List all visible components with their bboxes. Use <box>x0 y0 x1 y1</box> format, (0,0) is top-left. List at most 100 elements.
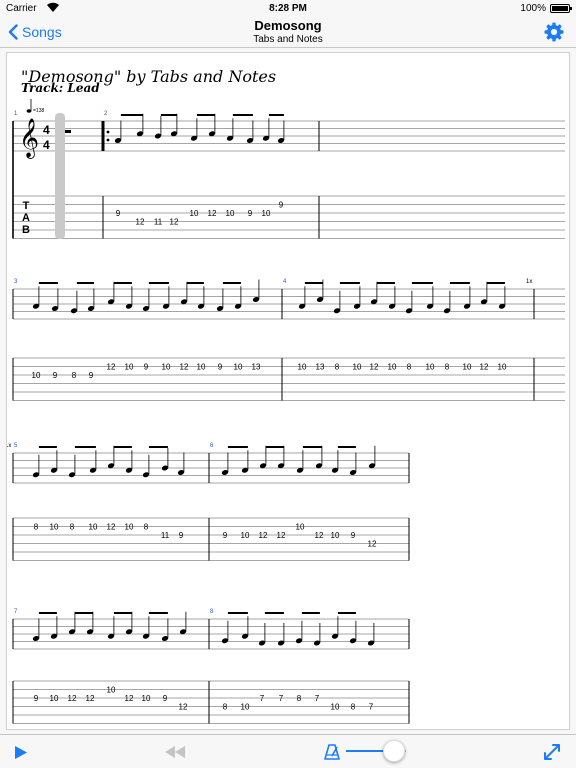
whole-rest <box>65 130 71 133</box>
tab-fret-number: 12 <box>480 363 489 372</box>
tab-fret-number: 10 <box>197 363 206 372</box>
song-artist: Tabs and Notes <box>253 34 323 45</box>
tab-fret-number: 10 <box>142 694 151 703</box>
tab-fret-number: 10 <box>89 523 98 532</box>
tab-fret-number: 12 <box>208 209 217 218</box>
tab-fret-number: 7 <box>260 694 265 703</box>
tab-fret-number: 8 <box>70 523 75 532</box>
tab-fret-number: 9 <box>89 371 94 380</box>
tab-fret-number: 10 <box>234 363 243 372</box>
measure-number: 8 <box>210 609 214 615</box>
tempo-marking: =138 <box>33 108 44 114</box>
tab-fret-number: 10 <box>125 363 134 372</box>
tab-fret-number: 12 <box>277 531 286 540</box>
tab-fret-number: 9 <box>248 209 253 218</box>
tab-fret-number: 11 <box>154 218 163 227</box>
tab-fret-number: 10 <box>241 531 250 540</box>
tab-fret-number: 10 <box>262 209 271 218</box>
tab-fret-number: 10 <box>32 371 41 380</box>
tempo-slider-thumb[interactable] <box>383 740 405 762</box>
battery-percentage: 100% <box>520 3 546 14</box>
tab-fret-number: 10 <box>331 531 340 540</box>
tab-fret-number: 12 <box>315 531 324 540</box>
tab-fret-number: 10 <box>50 694 59 703</box>
tab-fret-number: 12 <box>179 703 188 712</box>
tab-fret-number: 10 <box>50 523 59 532</box>
measure-number: 1 <box>14 111 18 117</box>
status-bar: Carrier 8:28 PM 100% <box>0 0 576 16</box>
tab-fret-number: 8 <box>351 703 356 712</box>
tab-fret-number: 8 <box>407 363 412 372</box>
tab-clef-letter: T <box>23 200 30 212</box>
tab-fret-number: 10 <box>226 209 235 218</box>
score-sheet[interactable]: "Demosong" by Tabs and Notes Track: Lead… <box>6 52 570 730</box>
tab-fret-number: 8 <box>445 363 450 372</box>
tab-fret-number: 8 <box>72 371 77 380</box>
tab-fret-number: 10 <box>125 523 134 532</box>
tab-fret-number: 12 <box>259 531 268 540</box>
tab-fret-number: 12 <box>107 523 116 532</box>
playback-cursor <box>55 113 65 239</box>
tab-fret-number: 9 <box>144 363 149 372</box>
tab-fret-number: 8 <box>335 363 340 372</box>
tab-fret-number: 10 <box>190 209 199 218</box>
time-signature-top: 4 <box>43 123 50 137</box>
tab-clef-letter: A <box>22 212 30 224</box>
tab-fret-number: 10 <box>353 363 362 372</box>
status-time: 8:28 PM <box>269 3 307 14</box>
tab-fret-number: 8 <box>144 523 149 532</box>
measure-number: 7 <box>14 609 18 615</box>
tab-fret-number: 9 <box>218 363 223 372</box>
battery-icon <box>550 4 572 13</box>
tab-fret-number: 10 <box>107 686 116 695</box>
tab-fret-number: 9 <box>223 531 228 540</box>
tab-fret-number: 9 <box>279 201 284 210</box>
tab-fret-number: 8 <box>223 703 228 712</box>
repeat-dot <box>106 130 110 134</box>
tab-fret-number: 10 <box>426 363 435 372</box>
tab-fret-number: 10 <box>241 703 250 712</box>
tab-fret-number: 9 <box>53 371 58 380</box>
tab-fret-number: 12 <box>125 694 134 703</box>
play-icon[interactable] <box>14 745 28 760</box>
tab-fret-number: 9 <box>116 209 121 218</box>
tab-fret-number: 9 <box>163 694 168 703</box>
tab-fret-number: 7 <box>279 694 284 703</box>
tab-fret-number: 12 <box>68 694 77 703</box>
rewind-icon[interactable] <box>165 746 185 758</box>
tab-fret-number: 8 <box>34 523 39 532</box>
repeat-count: 1x <box>7 443 11 449</box>
fullscreen-icon[interactable] <box>543 743 561 761</box>
navigation-bar: Songs Demosong Tabs and Notes <box>0 16 576 48</box>
tab-fret-number: 8 <box>297 694 302 703</box>
tab-fret-number: 10 <box>388 363 397 372</box>
measure-number: 4 <box>283 279 287 285</box>
tab-fret-number: 12 <box>136 218 145 227</box>
measure-number: 2 <box>104 111 108 117</box>
repeat-count: 1x <box>526 279 532 285</box>
tab-fret-number: 13 <box>316 363 325 372</box>
tab-fret-number: 7 <box>369 703 374 712</box>
treble-clef: 𝄞 <box>19 118 39 159</box>
tab-fret-number: 12 <box>86 694 95 703</box>
measure-number: 5 <box>14 443 18 449</box>
tab-fret-number: 12 <box>180 363 189 372</box>
tab-fret-number: 9 <box>351 531 356 540</box>
tab-fret-number: 12 <box>370 363 379 372</box>
playback-toolbar <box>0 734 576 768</box>
tab-fret-number: 9 <box>34 694 39 703</box>
tab-fret-number: 10 <box>298 363 307 372</box>
tab-fret-number: 10 <box>498 363 507 372</box>
tab-fret-number: 12 <box>107 363 116 372</box>
repeat-dot <box>106 138 110 142</box>
tab-fret-number: 10 <box>331 703 340 712</box>
tab-fret-number: 11 <box>161 531 170 540</box>
tab-fret-number: 9 <box>179 531 184 540</box>
tab-fret-number: 10 <box>162 363 171 372</box>
gear-icon[interactable] <box>544 22 564 42</box>
tab-clef-letter: B <box>22 224 30 236</box>
tab-fret-number: 10 <box>296 523 305 532</box>
tab-fret-number: 10 <box>463 363 472 372</box>
metronome-icon[interactable] <box>324 744 340 760</box>
tab-fret-number: 7 <box>315 694 320 703</box>
